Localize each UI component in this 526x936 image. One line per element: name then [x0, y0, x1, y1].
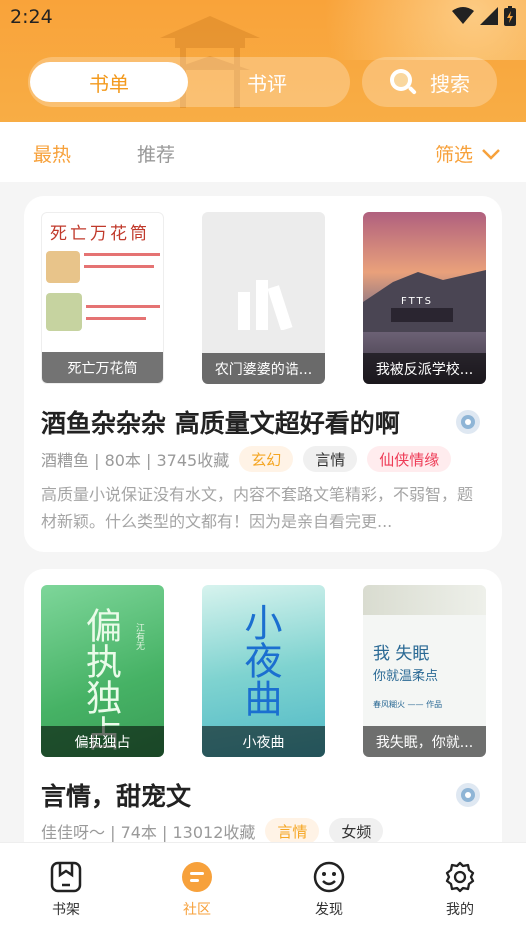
tag[interactable]: 仙侠情缘 [367, 446, 452, 472]
meta-text: 佳佳呀～ | 74本 | 13012收藏 [41, 823, 256, 842]
community-icon [182, 862, 212, 892]
booklist-card[interactable]: 偏执独占 江有无 偏执独占 小夜曲 小夜曲 我 失眠 你就温柔点 春风糊火 ——… [24, 569, 502, 869]
booklist-title: 酒鱼杂杂杂 高质量文超好看的啊 [41, 409, 400, 438]
book-cover[interactable]: 农门婆婆的诰... [202, 212, 325, 384]
wifi-icon [452, 7, 474, 24]
sort-recommend[interactable]: 推荐 [137, 140, 175, 167]
book-caption: 我失眠，你就... [363, 726, 486, 757]
tag[interactable]: 女频 [329, 818, 384, 844]
booklist-card[interactable]: 死亡万花筒 死亡万花筒 农门婆婆的诰... FTTS 我被反派学校... 酒鱼杂… [24, 196, 502, 552]
signal-icon [480, 7, 498, 25]
nav-label: 发现 [315, 902, 343, 918]
tab-reviews[interactable]: 书评 [188, 62, 346, 102]
cover-text: FTTS [401, 296, 433, 307]
book-caption: 小夜曲 [202, 726, 325, 757]
nav-label: 我的 [446, 902, 474, 918]
tag[interactable]: 言情 [265, 818, 320, 844]
search-button[interactable]: 搜索 [362, 57, 497, 107]
settings-icon [445, 861, 475, 893]
book-cover[interactable]: FTTS 我被反派学校... [363, 212, 486, 384]
mountain-image [363, 270, 486, 332]
nav-discover[interactable]: 发现 [289, 861, 369, 919]
search-icon [390, 69, 417, 95]
tag[interactable]: 玄幻 [239, 446, 294, 472]
booklist-meta: 佳佳呀～ | 74本 | 13012收藏 言情 女频 [41, 818, 384, 844]
doge-image [46, 251, 80, 283]
battery-icon [504, 6, 516, 26]
filter-button[interactable]: 筛选 [435, 140, 501, 167]
top-header: 2:24 书单 书评 搜索 [0, 0, 526, 122]
tag[interactable]: 言情 [303, 446, 358, 472]
level-badge-icon [456, 783, 480, 807]
bookshelf-icon [50, 861, 82, 893]
booklist-description: 高质量小说保证没有水文，内容不套路文笔精彩，不弱智，题材新颖。什么类型的文都有！… [41, 485, 474, 531]
book-cover[interactable]: 偏执独占 江有无 偏执独占 [41, 585, 164, 757]
book-caption: 偏执独占 [41, 726, 164, 757]
book-cover[interactable]: 死亡万花筒 死亡万花筒 [41, 212, 164, 384]
nav-label: 社区 [183, 902, 211, 918]
status-time: 2:24 [10, 6, 53, 28]
bottom-navigation: 书架 社区 发现 我的 [0, 842, 526, 936]
meta-text: 酒糟鱼 | 80本 | 3745收藏 [41, 451, 230, 470]
placeholder-book-icon [238, 280, 293, 330]
book-caption: 死亡万花筒 [42, 352, 163, 383]
booklist-meta: 酒糟鱼 | 80本 | 3745收藏 玄幻 言情 仙侠情缘 [41, 446, 452, 472]
filter-label: 筛选 [435, 144, 474, 166]
discover-icon [313, 861, 345, 893]
nav-mine[interactable]: 我的 [420, 861, 500, 919]
book-caption: 我被反派学校... [363, 353, 486, 384]
cover-subtitle: 你就温柔点 [373, 669, 439, 684]
cover-author: 春风糊火 —— 作品 [373, 700, 443, 709]
book-caption: 农门婆婆的诰... [202, 353, 325, 384]
book-cover[interactable]: 小夜曲 小夜曲 [202, 585, 325, 757]
book-cover[interactable]: 我 失眠 你就温柔点 春风糊火 —— 作品 我失眠，你就... [363, 585, 486, 757]
cover-title: 小夜曲 [238, 603, 282, 717]
search-label: 搜索 [430, 71, 470, 96]
nav-label: 书架 [52, 902, 80, 918]
book-covers: 死亡万花筒 死亡万花筒 农门婆婆的诰... FTTS 我被反派学校... [41, 212, 486, 384]
cover-title: 死亡万花筒 [50, 224, 150, 244]
nav-community[interactable]: 社区 [157, 861, 237, 919]
status-icons [452, 6, 516, 26]
doge-image [46, 293, 82, 331]
booklist-title: 言情，甜宠文 [41, 782, 192, 811]
level-badge-icon [456, 410, 480, 434]
chevron-down-icon [482, 148, 500, 160]
cover-title: 我 失眠 [373, 644, 430, 664]
tab-booklist[interactable]: 书单 [30, 62, 188, 102]
nav-bookshelf[interactable]: 书架 [26, 861, 106, 919]
sort-hot[interactable]: 最热 [33, 140, 71, 167]
cover-author: 江有无 [134, 623, 144, 650]
book-covers: 偏执独占 江有无 偏执独占 小夜曲 小夜曲 我 失眠 你就温柔点 春风糊火 ——… [41, 585, 486, 757]
